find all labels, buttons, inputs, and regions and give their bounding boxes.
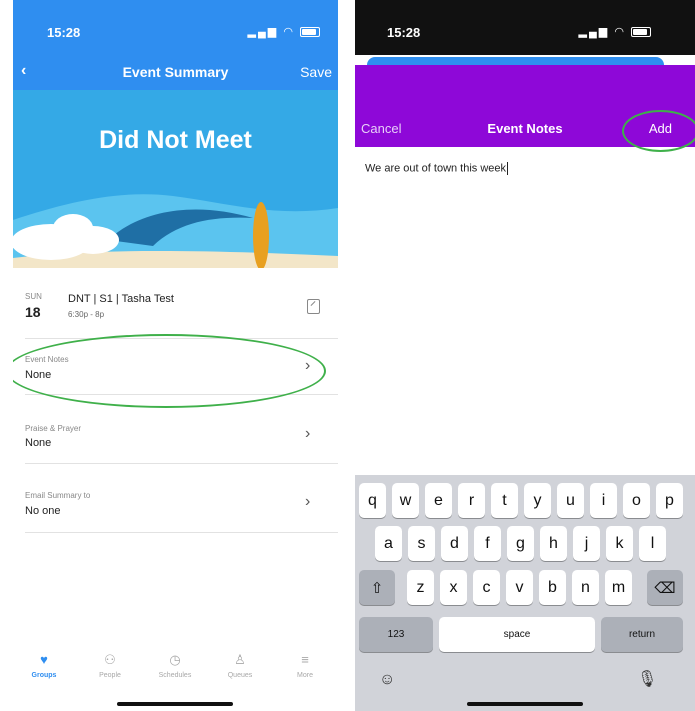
key-i[interactable]: i xyxy=(590,483,617,518)
key-h[interactable]: h xyxy=(540,526,567,561)
tab-label: More xyxy=(297,672,313,679)
tab-bar: ♥ Groups ⚇ People ◷ Schedules ♙ Queues ≡… xyxy=(13,650,338,690)
key-m[interactable]: m xyxy=(605,570,632,605)
key-t[interactable]: t xyxy=(491,483,518,518)
tab-more[interactable]: ≡ More xyxy=(282,650,328,679)
backspace-key[interactable]: ⌫ xyxy=(647,570,683,605)
praise-prayer-label: Praise & Prayer xyxy=(25,424,82,433)
tab-people[interactable]: ⚇ People xyxy=(87,650,133,679)
key-r[interactable]: r xyxy=(458,483,485,518)
key-o[interactable]: o xyxy=(623,483,650,518)
key-c[interactable]: c xyxy=(473,570,500,605)
space-key[interactable]: space xyxy=(439,617,595,652)
people-icon: ⚇ xyxy=(104,652,116,667)
modal-header: Cancel Event Notes Add xyxy=(355,65,695,147)
battery-icon xyxy=(300,27,320,38)
wifi-icon: ◠ xyxy=(614,26,626,38)
tab-label: Queues xyxy=(227,672,253,679)
emoji-icon[interactable]: ☺ xyxy=(379,671,395,689)
home-indicator xyxy=(117,702,233,706)
microphone-icon[interactable]: 🎙 xyxy=(637,669,657,689)
numbers-key[interactable]: 123 xyxy=(359,617,433,652)
event-banner: Did Not Meet xyxy=(13,90,338,268)
key-b[interactable]: b xyxy=(539,570,566,605)
battery-icon xyxy=(631,27,651,38)
key-x[interactable]: x xyxy=(440,570,467,605)
tab-label: Groups xyxy=(31,672,57,679)
beach-illustration xyxy=(13,90,338,268)
event-date: 18 xyxy=(25,304,41,320)
status-icons: ▂▄▆ ◠ xyxy=(248,25,320,38)
key-l[interactable]: l xyxy=(639,526,666,561)
signal-icon: ▂▄▆ xyxy=(578,26,610,38)
event-row[interactable] xyxy=(25,276,338,339)
key-f[interactable]: f xyxy=(474,526,501,561)
key-e[interactable]: e xyxy=(425,483,452,518)
tab-label: People xyxy=(99,672,121,679)
shift-key[interactable]: ⇧ xyxy=(359,570,395,605)
event-notes-screen: 15:28 ▂▄▆ ◠ Cancel Event Notes Add We ar… xyxy=(355,0,695,711)
page-title: Event Summary xyxy=(122,64,229,80)
status-bar: 15:28 ▂▄▆ ◠ xyxy=(355,0,695,55)
key-u[interactable]: u xyxy=(557,483,584,518)
email-summary-label: Email Summary to xyxy=(25,491,91,500)
chevron-right-icon: › xyxy=(305,357,311,374)
key-s[interactable]: s xyxy=(408,526,435,561)
key-q[interactable]: q xyxy=(359,483,386,518)
event-notes-row[interactable] xyxy=(25,339,338,395)
queues-icon: ♙ xyxy=(234,652,246,667)
key-k[interactable]: k xyxy=(606,526,633,561)
chevron-right-icon: › xyxy=(305,425,311,442)
groups-icon: ♥ xyxy=(40,652,48,667)
menu-icon: ≡ xyxy=(301,652,309,667)
event-notes-label: Event Notes xyxy=(25,355,69,364)
shift-icon: ⇧ xyxy=(370,579,384,597)
home-indicator xyxy=(467,702,583,706)
tab-groups[interactable]: ♥ Groups xyxy=(21,650,67,679)
calendar-icon[interactable] xyxy=(307,299,320,314)
event-day: SUN xyxy=(25,292,42,301)
header: 15:28 ▂▄▆ ◠ ‹ Event Summary Save xyxy=(13,0,338,90)
notes-textarea[interactable]: We are out of town this week xyxy=(365,162,509,175)
text-cursor xyxy=(507,162,509,175)
keyboard: q w e r t y u i o p a s d f g h j k l ⇧ … xyxy=(355,475,695,711)
event-summary-screen: 15:28 ▂▄▆ ◠ ‹ Event Summary Save Did Not… xyxy=(13,0,338,711)
signal-icon: ▂▄▆ xyxy=(247,26,279,38)
key-p[interactable]: p xyxy=(656,483,683,518)
key-j[interactable]: j xyxy=(573,526,600,561)
key-w[interactable]: w xyxy=(392,483,419,518)
key-d[interactable]: d xyxy=(441,526,468,561)
tab-schedules[interactable]: ◷ Schedules xyxy=(152,650,198,679)
key-z[interactable]: z xyxy=(407,570,434,605)
notes-text: We are out of town this week xyxy=(365,162,507,175)
event-name: DNT | S1 | Tasha Test xyxy=(68,293,174,305)
key-n[interactable]: n xyxy=(572,570,599,605)
key-a[interactable]: a xyxy=(375,526,402,561)
status-icons: ▂▄▆ ◠ xyxy=(579,25,651,38)
add-button[interactable]: Add xyxy=(649,121,672,136)
wifi-icon: ◠ xyxy=(283,26,295,38)
praise-prayer-value: None xyxy=(25,437,52,449)
backspace-icon: ⌫ xyxy=(654,579,676,597)
key-g[interactable]: g xyxy=(507,526,534,561)
return-key[interactable]: return xyxy=(601,617,683,652)
email-summary-value: No one xyxy=(25,505,61,517)
clock-icon: ◷ xyxy=(169,652,181,667)
tab-label: Schedules xyxy=(158,672,192,679)
chevron-right-icon: › xyxy=(305,493,311,510)
tab-queues[interactable]: ♙ Queues xyxy=(217,650,263,679)
event-status-title: Did Not Meet xyxy=(99,126,252,154)
status-time: 15:28 xyxy=(47,25,81,40)
modal-title: Event Notes xyxy=(487,121,563,136)
event-notes-value: None xyxy=(25,369,52,381)
status-time: 15:28 xyxy=(387,25,421,40)
event-time: 6:30p - 8p xyxy=(68,310,105,319)
key-v[interactable]: v xyxy=(506,570,533,605)
save-button[interactable]: Save xyxy=(300,64,332,80)
key-y[interactable]: y xyxy=(524,483,551,518)
